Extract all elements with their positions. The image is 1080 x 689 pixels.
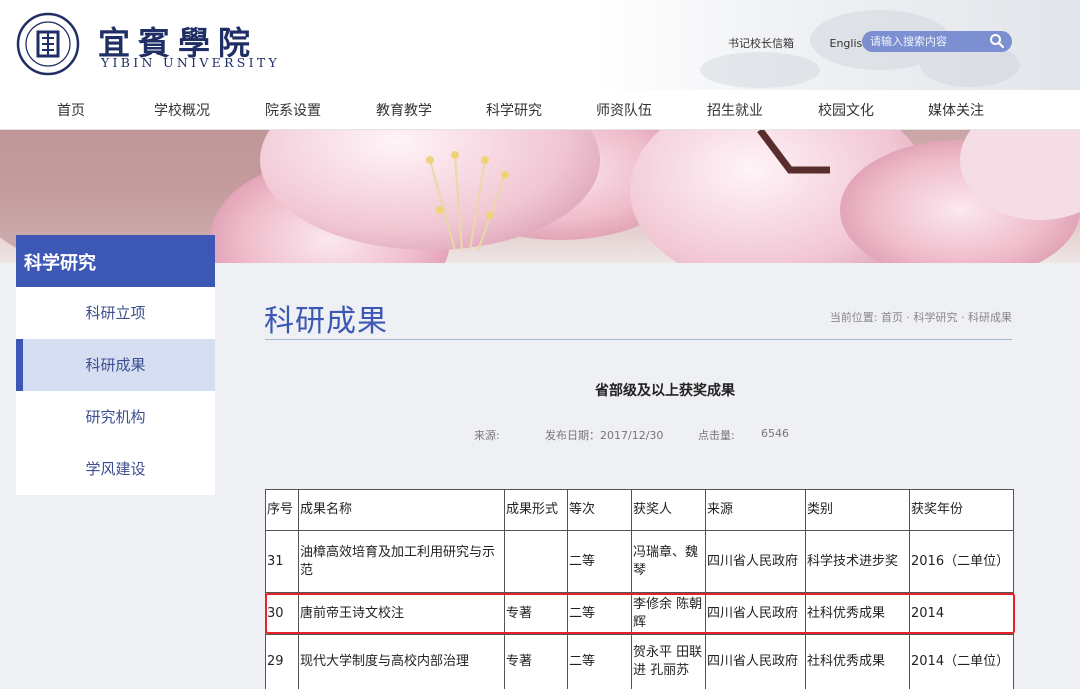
nav-departments[interactable]: 院系设置 (265, 100, 321, 120)
column-header: 类别 (805, 489, 910, 531)
column-header: 成果名称 (298, 489, 505, 531)
university-emblem-icon (16, 12, 80, 76)
table-cell: 现代大学制度与高校内部治理 (298, 634, 505, 689)
sidebar-item-academic-ethics[interactable]: 学风建设 (16, 443, 215, 495)
table-cell: 社科优秀成果 (805, 592, 910, 635)
nav-home[interactable]: 首页 (57, 100, 85, 120)
page-title: 科研成果 (264, 304, 388, 339)
table-cell: 2014（二单位） (909, 634, 1014, 689)
table-cell: 2014 (909, 592, 1014, 635)
nav-media[interactable]: 媒体关注 (928, 100, 984, 120)
logo-english-name: YIBIN UNIVERSITY (101, 55, 281, 70)
nav-about[interactable]: 学校概况 (154, 100, 210, 120)
nav-campus-culture[interactable]: 校园文化 (818, 100, 874, 120)
table-cell: 29 (265, 634, 299, 689)
title-divider (265, 339, 1012, 340)
breadcrumb: 当前位置: 首页 · 科学研究 · 科研成果 (829, 311, 1012, 324)
nav-research[interactable]: 科学研究 (486, 100, 542, 120)
sidebar-item-research-projects[interactable]: 科研立项 (16, 287, 215, 339)
search-icon[interactable] (988, 32, 1006, 50)
site-header: 宜賓學院 YIBIN UNIVERSITY 书记校长信箱 English (0, 0, 1080, 90)
column-header: 来源 (705, 489, 806, 531)
awards-table: 序号 成果名称 成果形式 等次 获奖人 来源 类别 获奖年份 31 油樟高效培育… (265, 489, 1014, 689)
table-cell: 二等 (567, 634, 632, 689)
table-cell: 冯瑞章、魏琴 (631, 530, 706, 593)
table-cell: 二等 (567, 592, 632, 635)
table-cell: 科学技术进步奖 (805, 530, 910, 593)
sidebar-item-research-results[interactable]: 科研成果 (16, 339, 215, 391)
sidebar-title: 科学研究 (16, 235, 215, 287)
table-cell: 二等 (567, 530, 632, 593)
table-cell: 专著 (504, 634, 568, 689)
sidebar-item-research-institutes[interactable]: 研究机构 (16, 391, 215, 443)
table-cell: 30 (265, 592, 299, 635)
table-header-row: 序号 成果名称 成果形式 等次 获奖人 来源 类别 获奖年份 (265, 489, 1014, 531)
meta-publish-date: 发布日期：2017/12/30 (545, 429, 664, 442)
table-cell: 31 (265, 530, 299, 593)
table-row: 31 油樟高效培育及加工利用研究与示范 二等 冯瑞章、魏琴 四川省人民政府 科学… (265, 530, 1014, 593)
search-input[interactable] (870, 33, 988, 50)
main-nav: 首页 学校概况 院系设置 教育教学 科学研究 师资队伍 招生就业 校园文化 媒体… (0, 90, 1080, 130)
table-cell: 四川省人民政府 (705, 634, 806, 689)
search-box (862, 31, 1012, 52)
table-cell: 专著 (504, 592, 568, 635)
table-cell: 唐前帝王诗文校注 (298, 592, 505, 635)
table-cell: 2016（二单位） (909, 530, 1014, 593)
nav-faculty[interactable]: 师资队伍 (596, 100, 652, 120)
meta-views-label: 点击量: (698, 429, 735, 442)
column-header: 序号 (265, 489, 299, 531)
column-header: 等次 (567, 489, 632, 531)
table-cell: 贺永平 田联进 孔丽苏 (631, 634, 706, 689)
nav-admissions[interactable]: 招生就业 (707, 100, 763, 120)
meta-source-label: 来源: (474, 429, 500, 442)
article-title: 省部级及以上获奖成果 (595, 383, 735, 399)
president-mailbox-link[interactable]: 书记校长信箱 (728, 37, 794, 50)
table-cell: 四川省人民政府 (705, 530, 806, 593)
column-header: 成果形式 (504, 489, 568, 531)
table-row: 30 唐前帝王诗文校注 专著 二等 李修余 陈朝辉 四川省人民政府 社科优秀成果… (265, 592, 1014, 635)
meta-views-count: 6546 (761, 427, 789, 440)
sidebar: 科学研究 科研立项 科研成果 研究机构 学风建设 (16, 235, 215, 495)
table-cell (504, 530, 568, 593)
table-cell: 李修余 陈朝辉 (631, 592, 706, 635)
table-row: 29 现代大学制度与高校内部治理 专著 二等 贺永平 田联进 孔丽苏 四川省人民… (265, 634, 1014, 689)
table-cell: 油樟高效培育及加工利用研究与示范 (298, 530, 505, 593)
column-header: 获奖人 (631, 489, 706, 531)
nav-education[interactable]: 教育教学 (376, 100, 432, 120)
column-header: 获奖年份 (909, 489, 1014, 531)
table-cell: 社科优秀成果 (805, 634, 910, 689)
table-cell: 四川省人民政府 (705, 592, 806, 635)
